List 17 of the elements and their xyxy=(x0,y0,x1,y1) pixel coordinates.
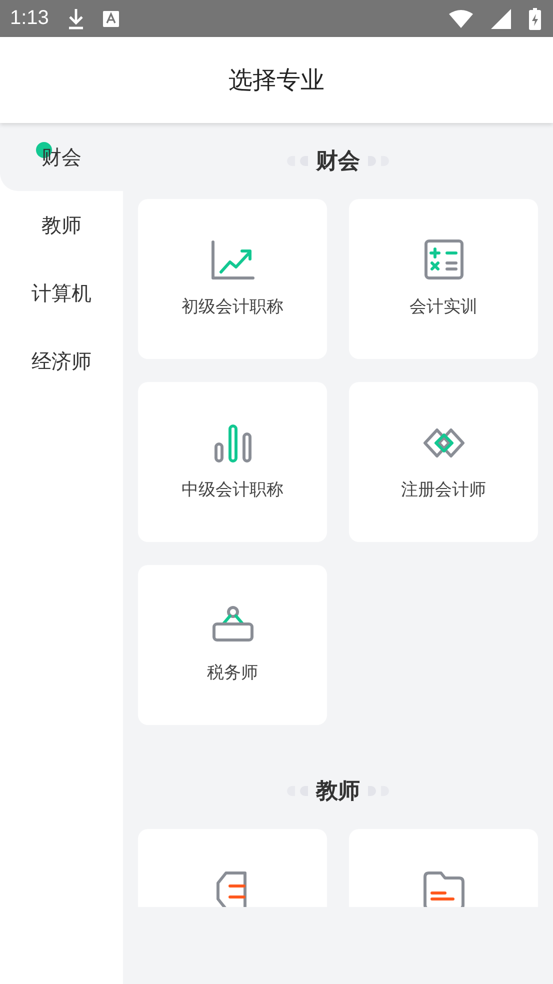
section-title: 教师 xyxy=(316,778,360,806)
section-title: 财会 xyxy=(316,148,360,176)
wifi-icon xyxy=(449,10,473,28)
battery-icon xyxy=(529,8,541,30)
trend-chart-icon xyxy=(210,239,256,281)
page-title: 选择专业 xyxy=(228,65,324,96)
download-icon xyxy=(66,8,85,30)
course-card[interactable]: 中级会计职称 xyxy=(138,382,327,542)
course-card[interactable]: 税务师 xyxy=(138,565,327,725)
course-card[interactable]: 会计实训 xyxy=(349,199,538,359)
signal-icon xyxy=(491,8,511,28)
keyboard-icon xyxy=(102,10,119,26)
category-tab[interactable]: 财会 xyxy=(0,123,123,191)
status-time: 1:13 xyxy=(10,7,49,30)
folder-icon xyxy=(420,869,466,907)
course-card[interactable]: 注册会计师 xyxy=(349,382,538,542)
course-card[interactable]: 初级会计职称 xyxy=(138,199,327,359)
